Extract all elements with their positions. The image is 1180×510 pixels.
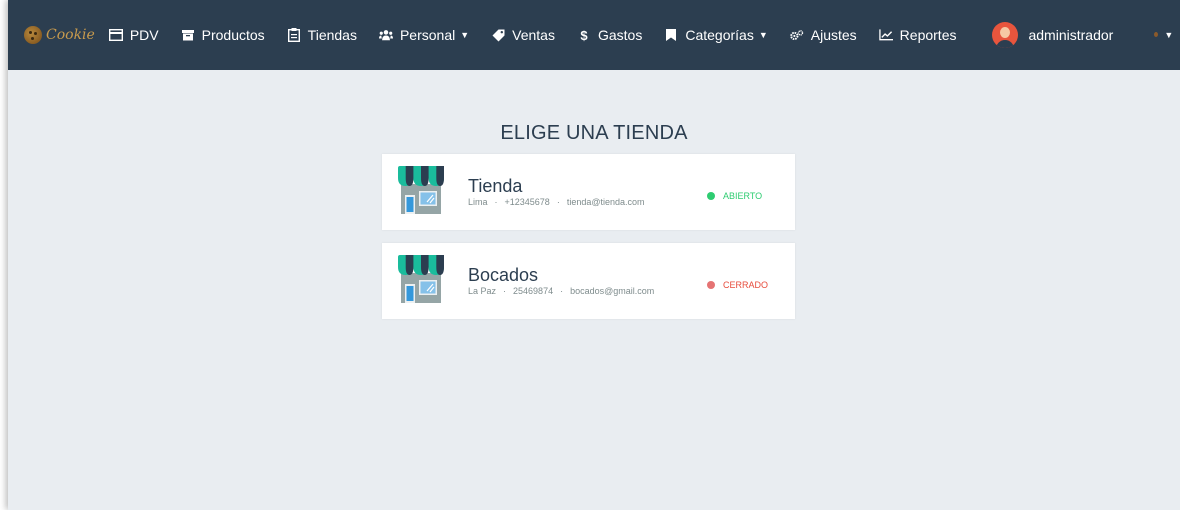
store-card-bocados[interactable]: Bocados La Paz · 25469874 · bocados@gmail.co… bbox=[382, 243, 795, 319]
nav-item-reportes[interactable]: Reportes bbox=[878, 27, 957, 43]
nav-label: Categorías bbox=[685, 27, 754, 43]
nav-label: Tiendas bbox=[307, 27, 357, 43]
dollar-icon: $ bbox=[580, 27, 588, 43]
nav-item-productos[interactable]: Productos bbox=[181, 27, 265, 43]
bookmark-icon bbox=[664, 28, 678, 42]
nav-item-tiendas[interactable]: Tiendas bbox=[287, 27, 357, 43]
nav-label: Ventas bbox=[512, 27, 555, 43]
cogs-icon bbox=[790, 28, 804, 42]
nav-item-ajustes[interactable]: Ajustes bbox=[790, 27, 857, 43]
nav-label: Ajustes bbox=[810, 27, 857, 43]
credit-card-icon bbox=[108, 28, 123, 42]
top-navbar: Cookie PDV Productos Tiendas Personal ▼ … bbox=[8, 0, 1180, 70]
tag-icon bbox=[491, 28, 505, 42]
store-phone: 25469874 bbox=[513, 286, 554, 296]
store-city: La Paz bbox=[468, 286, 497, 296]
status-text: ABIERTO bbox=[723, 191, 763, 201]
store-email: bocados@gmail.com bbox=[570, 286, 655, 296]
store-details: La Paz · 25469874 · bocados@gmail.com bbox=[468, 286, 655, 296]
nav-item-ventas[interactable]: Ventas bbox=[491, 27, 555, 43]
chevron-down-icon: ▼ bbox=[460, 30, 470, 40]
clipboard-icon bbox=[287, 28, 301, 42]
nav-item-gastos[interactable]: $ Gastos bbox=[577, 27, 642, 43]
chevron-down-icon[interactable]: ▼ bbox=[1164, 30, 1173, 40]
page-title: ELIGE UNA TIENDA bbox=[500, 122, 688, 144]
store-email: tienda@tienda.com bbox=[566, 197, 645, 207]
store-details: Lima · +12345678 · tienda@tienda.com bbox=[468, 197, 645, 207]
store-name: Bocados bbox=[468, 265, 539, 285]
nav-item-personal[interactable]: Personal ▼ bbox=[378, 27, 470, 43]
nav-label: Productos bbox=[201, 27, 265, 43]
user-menu[interactable]: administrador bbox=[992, 22, 1113, 48]
nav-label: Reportes bbox=[899, 27, 957, 43]
brand-name: Cookie bbox=[46, 27, 95, 43]
store-city: Lima bbox=[468, 197, 488, 207]
store-phone: +12345678 bbox=[504, 197, 550, 207]
status-dot-icon bbox=[707, 281, 715, 289]
users-icon bbox=[378, 28, 393, 42]
brand[interactable]: Cookie bbox=[24, 26, 95, 44]
store-card-tienda[interactable]: Tienda Lima · +12345678 · tienda@tienda.com … bbox=[382, 154, 795, 230]
app-window: Cookie PDV Productos Tiendas Personal ▼ … bbox=[8, 0, 1180, 510]
status-text: CERRADO bbox=[723, 280, 769, 290]
line-chart-icon bbox=[878, 28, 893, 42]
archive-icon bbox=[181, 28, 195, 42]
status-badge: CERRADO bbox=[707, 280, 768, 290]
nav-label: Gastos bbox=[597, 27, 643, 43]
status-badge: ABIERTO bbox=[707, 191, 762, 201]
cookie-logo-icon bbox=[24, 26, 42, 44]
nav-label: Personal bbox=[399, 27, 456, 43]
storefront-icon bbox=[398, 255, 444, 310]
avatar bbox=[992, 22, 1019, 48]
storefront-icon bbox=[398, 166, 444, 221]
nav-item-categorias[interactable]: Categorías ▼ bbox=[664, 27, 768, 43]
user-name: administrador bbox=[1028, 27, 1114, 43]
status-dot-icon bbox=[707, 192, 715, 200]
nav-item-pdv[interactable]: PDV bbox=[108, 27, 159, 43]
chevron-down-icon: ▼ bbox=[758, 30, 768, 40]
nav-label: PDV bbox=[129, 27, 159, 43]
store-name: Tienda bbox=[468, 176, 523, 196]
